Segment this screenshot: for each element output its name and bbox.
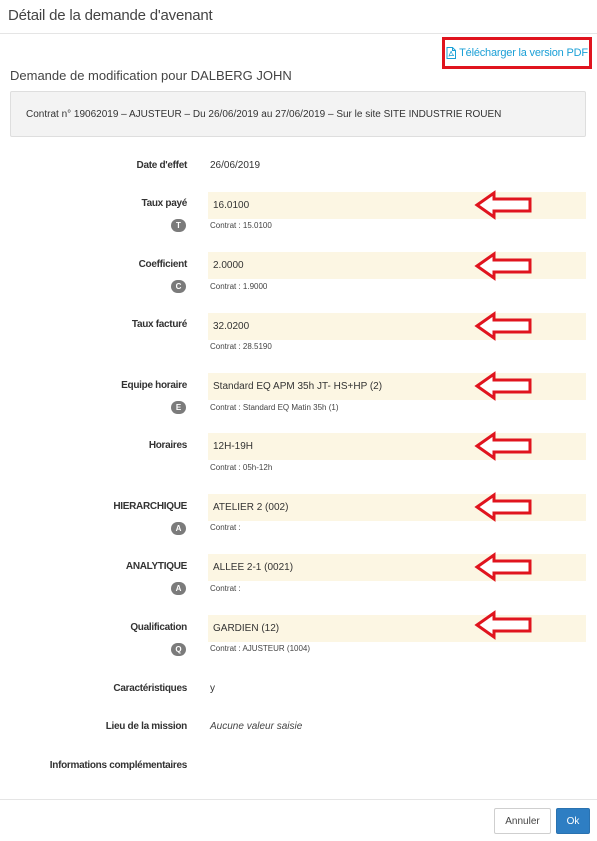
caracteristiques-label: Caractéristiques xyxy=(113,683,187,694)
ok-button[interactable]: Ok xyxy=(556,808,590,834)
left-arrow-annotation-icon xyxy=(474,552,532,582)
left-arrow-annotation-icon xyxy=(474,251,532,281)
left-arrow-annotation-icon xyxy=(474,431,532,461)
left-arrow-annotation-icon xyxy=(474,311,532,341)
qualification-value-text: GARDIEN (12) xyxy=(213,623,280,634)
download-pdf-label: Télécharger la version PDF xyxy=(459,47,588,59)
taux-paye-contract: Contrat : 15.0100 xyxy=(210,221,272,230)
qualification-contract: Contrat : AJUSTEUR (1004) xyxy=(210,644,311,653)
caracteristiques-value: y xyxy=(210,683,215,694)
modal-title: Détail de la demande d'avenant xyxy=(8,7,213,24)
lieu-mission-value: Aucune valeur saisie xyxy=(210,721,303,732)
equipe-horaire-badge: E xyxy=(171,401,186,414)
informations-complementaires-label: Informations complémentaires xyxy=(49,760,188,771)
qualification-label: Qualification xyxy=(130,622,187,633)
hierarchique-contract: Contrat : xyxy=(210,523,241,532)
coefficient-contract: Contrat : 1.9000 xyxy=(210,282,268,291)
equipe-horaire-value-text: Standard EQ APM 35h JT- HS+HP (2) xyxy=(213,381,383,392)
equipe-horaire-contract: Contrat : Standard EQ Matin 35h (1) xyxy=(210,403,339,412)
modal-header: Détail de la demande d'avenant xyxy=(0,0,597,34)
analytique-value-text: ALLEE 2-1 (0021) xyxy=(213,562,294,573)
download-pdf-link[interactable]: Télécharger la version PDF xyxy=(446,47,588,59)
taux-paye-badge: T xyxy=(171,219,186,232)
analytique-label: ANALYTIQUE xyxy=(125,561,187,572)
left-arrow-annotation-icon xyxy=(474,371,532,401)
horaires-contract: Contrat : 05h-12h xyxy=(210,463,273,472)
request-subtitle: Demande de modification pour DALBERG JOH… xyxy=(10,68,292,83)
contract-summary-text: Contrat n° 19062019 – AJUSTEUR – Du 26/0… xyxy=(26,108,502,120)
qualification-badge: Q xyxy=(171,643,186,656)
horaires-label: Horaires xyxy=(148,440,187,451)
date-effet-value: 26/06/2019 xyxy=(210,160,261,171)
hierarchique-value-text: ATELIER 2 (002) xyxy=(213,502,289,513)
horaires-value-text: 12H-19H xyxy=(213,441,254,452)
hierarchique-label: HIERARCHIQUE xyxy=(113,501,187,512)
left-arrow-annotation-icon xyxy=(474,492,532,522)
lieu-mission-label: Lieu de la mission xyxy=(105,721,188,732)
pdf-file-icon xyxy=(446,47,457,59)
taux-facture-label: Taux facturé xyxy=(131,319,187,330)
contract-summary-box: Contrat n° 19062019 – AJUSTEUR – Du 26/0… xyxy=(10,91,586,137)
analytique-contract: Contrat : xyxy=(210,584,241,593)
pdf-link-highlight-box: Télécharger la version PDF xyxy=(442,37,592,69)
taux-facture-value-text: 32.0200 xyxy=(213,321,250,332)
taux-paye-label: Taux payé xyxy=(141,198,188,209)
coefficient-value-text: 2.0000 xyxy=(213,260,244,271)
coefficient-label: Coefficient xyxy=(138,259,188,270)
equipe-horaire-label: Equipe horaire xyxy=(121,380,187,391)
hierarchique-badge: A xyxy=(171,522,186,535)
left-arrow-annotation-icon xyxy=(474,190,532,220)
cancel-button[interactable]: Annuler xyxy=(494,808,551,834)
left-arrow-annotation-icon xyxy=(474,610,532,640)
taux-paye-value-text: 16.0100 xyxy=(213,200,250,211)
date-effet-label: Date d'effet xyxy=(136,160,188,171)
taux-facture-contract: Contrat : 28.5190 xyxy=(210,342,272,351)
coefficient-badge: C xyxy=(171,280,186,293)
analytique-badge: A xyxy=(171,582,186,595)
